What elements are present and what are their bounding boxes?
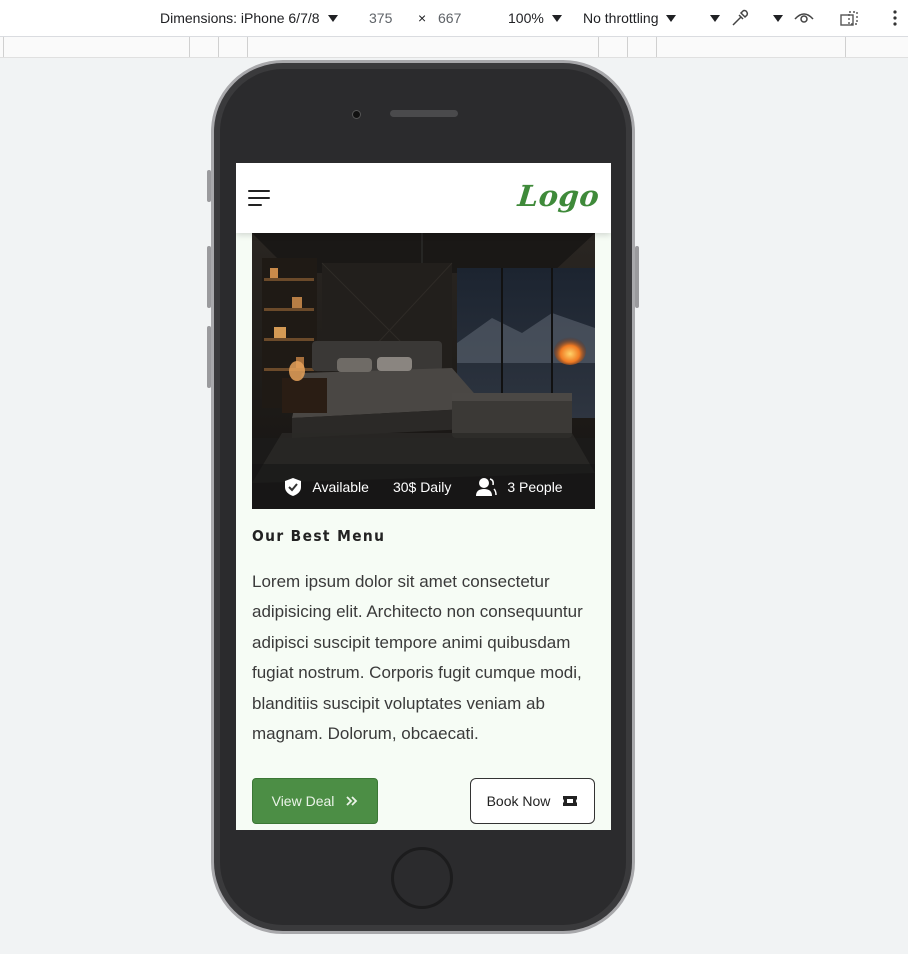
ruler-segment[interactable] bbox=[598, 37, 599, 57]
book-now-label: Book Now bbox=[486, 793, 551, 809]
more-vert-icon[interactable] bbox=[892, 0, 898, 36]
zoom-selector[interactable]: 100% bbox=[508, 0, 562, 36]
eyedropper-icon[interactable] bbox=[730, 0, 750, 36]
description-text: Lorem ipsum dolor sit amet consectetur a… bbox=[252, 572, 583, 744]
ruler-segment[interactable] bbox=[845, 37, 846, 57]
shield-check-icon bbox=[285, 477, 302, 496]
capacity-item: 3 People bbox=[475, 477, 563, 497]
book-now-button[interactable]: Book Now bbox=[470, 778, 595, 824]
ruler-segment[interactable] bbox=[3, 37, 4, 57]
device-toolbar: Dimensions: iPhone 6/7/8 375 × 667 100% … bbox=[0, 0, 908, 37]
menu-icon[interactable] bbox=[248, 190, 272, 208]
more-options-caret[interactable] bbox=[702, 0, 720, 36]
volume-down-button bbox=[207, 326, 211, 388]
mute-switch bbox=[207, 170, 211, 202]
double-chevron-right-icon bbox=[346, 796, 358, 806]
ticket-icon bbox=[562, 795, 578, 807]
capacity-text: 3 People bbox=[507, 478, 563, 495]
earpiece-speaker bbox=[390, 110, 458, 117]
height-input[interactable]: 667 bbox=[438, 0, 461, 36]
volume-up-button bbox=[207, 246, 211, 308]
users-icon bbox=[476, 477, 498, 496]
ruler-segment[interactable] bbox=[627, 37, 628, 57]
rotate-icon[interactable] bbox=[839, 0, 861, 36]
room-image: Available 30$ Daily 3 People bbox=[252, 233, 595, 509]
caret-down-icon bbox=[773, 14, 783, 22]
caret-down-icon bbox=[327, 14, 338, 22]
logo[interactable]: Logo bbox=[516, 179, 601, 213]
home-button[interactable] bbox=[391, 847, 453, 909]
device-selector[interactable]: Dimensions: iPhone 6/7/8 bbox=[160, 0, 338, 36]
availability-text: Available bbox=[312, 478, 369, 495]
power-button bbox=[635, 246, 639, 308]
vision-caret[interactable] bbox=[765, 0, 783, 36]
caret-down-icon bbox=[666, 14, 677, 22]
price-text: 30$ Daily bbox=[392, 478, 452, 495]
availability-item: Available bbox=[284, 477, 369, 497]
media-query-ruler bbox=[0, 37, 908, 58]
device-screen: Logo Available 30$ Daily 3 People Our Be… bbox=[236, 163, 611, 830]
width-input[interactable]: 375 bbox=[369, 0, 392, 36]
view-deal-button[interactable]: View Deal bbox=[252, 778, 378, 824]
price-item: 30$ Daily bbox=[393, 479, 451, 495]
ruler-segment[interactable] bbox=[218, 37, 219, 57]
caret-down-icon bbox=[710, 14, 720, 22]
view-deal-label: View Deal bbox=[271, 793, 335, 809]
caret-down-icon bbox=[551, 14, 562, 22]
dimension-separator: × bbox=[418, 10, 427, 26]
ruler-segment[interactable] bbox=[189, 37, 190, 57]
app-header: Logo bbox=[236, 163, 611, 233]
section-title: Our Best Menu bbox=[252, 527, 386, 545]
room-info-bar: Available 30$ Daily 3 People bbox=[252, 464, 595, 509]
front-camera bbox=[352, 110, 361, 119]
ruler-segment[interactable] bbox=[247, 37, 248, 57]
ruler-segment[interactable] bbox=[656, 37, 657, 57]
eye-icon[interactable] bbox=[794, 0, 814, 36]
device-label: Dimensions: iPhone 6/7/8 bbox=[160, 10, 320, 26]
throttling-selector[interactable]: No throttling bbox=[583, 0, 677, 36]
